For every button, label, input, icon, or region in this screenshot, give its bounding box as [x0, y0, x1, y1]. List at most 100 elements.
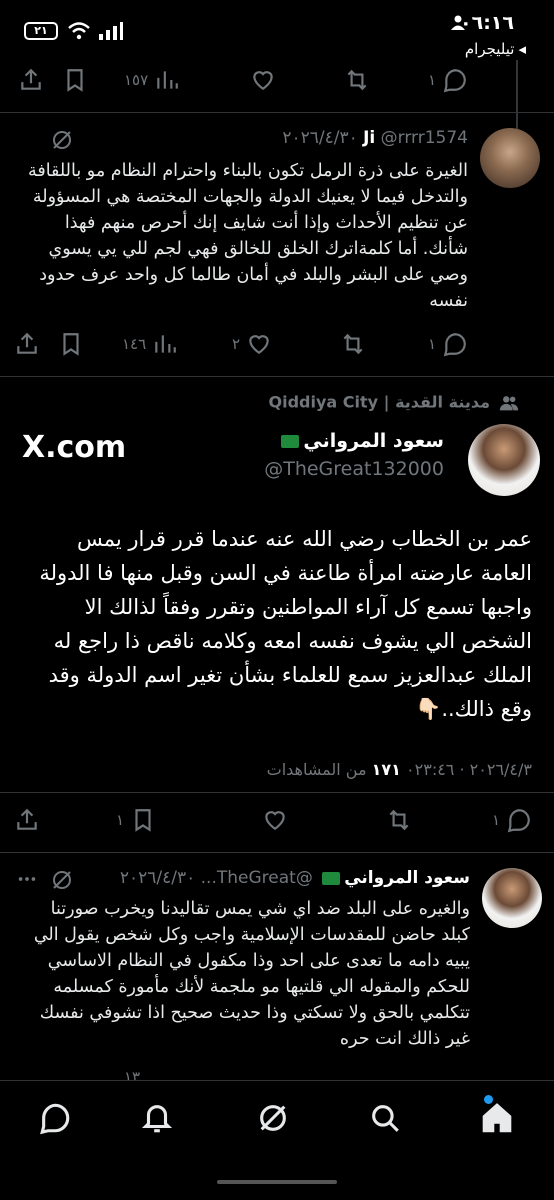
- reply-button[interactable]: ١: [428, 60, 468, 100]
- replies-count: ١: [428, 71, 437, 89]
- grok-icon[interactable]: [50, 868, 74, 892]
- divider: [0, 112, 554, 113]
- views-button[interactable]: ١٥٧: [124, 60, 180, 100]
- status-bar: ٢١ ٠٦:١٦ ◂تيليجرام: [0, 0, 554, 58]
- tweet-text: عمر بن الخطاب رضي الله عنه عندما قرر قرا…: [39, 527, 532, 721]
- author-handle[interactable]: @TheGreat132000: [264, 458, 444, 480]
- views-count: ١٥٧: [124, 71, 149, 89]
- like-button[interactable]: [262, 800, 288, 840]
- author-name-text: سعود المرواني: [303, 430, 444, 452]
- grok-icon: [260, 1105, 286, 1131]
- bottom-nav: [0, 1080, 554, 1200]
- author-handle[interactable]: @rrrr1574: [381, 128, 468, 148]
- bookmarks-count: ١: [116, 811, 125, 829]
- repost-icon: [347, 69, 367, 91]
- bookmark-button[interactable]: [58, 324, 84, 364]
- repost-icon: [343, 333, 363, 355]
- heart-icon: [253, 71, 273, 90]
- repost-icon: [389, 809, 409, 831]
- clock: ٠٦:١٦: [460, 12, 514, 34]
- share-icon: [21, 68, 41, 90]
- like-button[interactable]: ٢: [232, 324, 272, 364]
- tweet-actions: ١٤٦ ٢ ١: [0, 324, 554, 364]
- reply-icon: [443, 69, 466, 93]
- repost-button[interactable]: [344, 60, 370, 100]
- nav-home[interactable]: [480, 1101, 514, 1135]
- brand-logo: X.com: [22, 430, 127, 465]
- bookmark-icon: [63, 333, 79, 356]
- more-icon[interactable]: [16, 868, 38, 890]
- views-icon: [155, 335, 177, 353]
- share-icon: [17, 808, 37, 830]
- flag-icon: [322, 871, 341, 885]
- repost-button[interactable]: [340, 324, 366, 364]
- share-icon: [17, 332, 37, 354]
- bookmark-button[interactable]: ١: [116, 800, 156, 840]
- views-count: ١٤٦: [122, 335, 147, 353]
- tweet-date: ٢٠٢٦/٤/٣٠: [282, 128, 358, 148]
- community-label: مدينة القدية | Qiddiya City: [268, 392, 490, 412]
- grok-icon[interactable]: [50, 128, 74, 152]
- community-icon: [499, 396, 519, 411]
- notification-dot: [484, 1095, 493, 1104]
- back-to-app-link[interactable]: ◂تيليجرام: [465, 40, 526, 58]
- community-context[interactable]: مدينة القدية | Qiddiya City: [269, 392, 520, 414]
- repost-button[interactable]: [386, 800, 412, 840]
- bookmark-icon: [135, 809, 151, 832]
- wifi-icon: [68, 22, 90, 40]
- nav-search[interactable]: [368, 1101, 402, 1135]
- heart-icon: [265, 811, 285, 830]
- home-indicator[interactable]: [217, 1180, 337, 1184]
- tweet-time: ٠٢٣:٤٦: [406, 760, 455, 779]
- reply-button[interactable]: ١: [492, 800, 532, 840]
- divider: [0, 792, 554, 793]
- tweet-date: ٢٠٢٦/٤/٣٠: [119, 868, 196, 888]
- back-chevron-icon: ◂: [518, 40, 526, 58]
- tweet-actions: ١ ١: [0, 800, 554, 840]
- divider: [0, 852, 554, 853]
- views-label: من المشاهدات: [266, 760, 367, 779]
- tweet-header: Ji @rrrr1574 ٢٠٢٦/٤/٣٠: [282, 128, 468, 148]
- share-button[interactable]: [18, 60, 44, 100]
- tweet-actions: ١٥٧ ١: [0, 60, 554, 100]
- share-button[interactable]: [14, 324, 40, 364]
- battery-icon: ٢١: [24, 22, 58, 40]
- nav-notifications[interactable]: [140, 1101, 174, 1135]
- tweet-date: ٢٠٢٦/٤/٣: [469, 760, 532, 779]
- author-handle[interactable]: @TheGreat...: [201, 868, 313, 888]
- divider: [0, 376, 554, 377]
- replies-count: ١: [428, 335, 437, 353]
- battery-level: ٢١: [34, 24, 48, 37]
- like-button[interactable]: [250, 60, 276, 100]
- author-name[interactable]: Ji: [363, 128, 375, 148]
- avatar[interactable]: [468, 424, 540, 496]
- reply-icon: [507, 809, 530, 833]
- bookmark-button[interactable]: [62, 60, 88, 100]
- flag-icon: [281, 435, 300, 448]
- heart-icon: [249, 335, 269, 354]
- bell-icon: [141, 1105, 173, 1133]
- reply-button[interactable]: ١: [428, 324, 468, 364]
- views-button[interactable]: ١٤٦: [122, 324, 178, 364]
- tweet-header: سعود المرواني @TheGreat... ٢٠٢٦/٤/٣٠: [120, 868, 470, 888]
- bookmark-icon: [67, 69, 83, 92]
- views-icon: [157, 71, 179, 89]
- nav-messages[interactable]: [38, 1101, 72, 1135]
- messages-icon: [40, 1103, 70, 1135]
- replies-count: ١: [492, 811, 501, 829]
- avatar[interactable]: [480, 128, 540, 188]
- tweet-text: والغيره على البلد ضد اي شي يمس تقاليدنا …: [33, 899, 470, 1049]
- author-name[interactable]: سعود المرواني: [344, 868, 470, 888]
- avatar[interactable]: [482, 868, 542, 928]
- search-icon: [372, 1105, 399, 1132]
- reply-icon: [443, 333, 466, 357]
- likes-count: ٢: [232, 335, 241, 353]
- home-icon: [482, 1103, 512, 1133]
- author-name[interactable]: سعود المرواني: [277, 430, 444, 452]
- back-app-label: تيليجرام: [464, 40, 515, 58]
- views-count: ١٧١: [371, 760, 401, 779]
- share-button[interactable]: [14, 800, 40, 840]
- tweet-text: الغيرة على ذرة الرمل تكون بالبناء واحترا…: [27, 161, 468, 311]
- nav-grok[interactable]: [256, 1101, 290, 1135]
- signal-icon: [99, 22, 123, 40]
